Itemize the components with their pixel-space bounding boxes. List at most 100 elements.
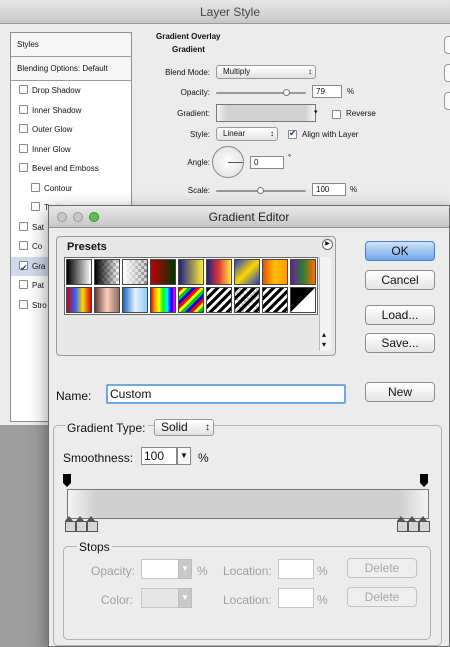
scale-slider[interactable] [216,187,306,194]
preset-swatch[interactable] [290,287,316,313]
gradient-preview[interactable] [216,104,316,122]
stop-opacity-field[interactable] [141,559,179,579]
stop-color-label: Color: [101,593,134,607]
smoothness-label: Smoothness: [63,451,134,465]
opacity-pct: % [347,87,355,96]
gradient-dropdown-icon[interactable]: ▾ [314,108,324,120]
preset-swatch[interactable] [66,259,92,285]
stop-color-swatch[interactable] [141,588,179,608]
ok-button[interactable]: OK [365,241,435,261]
effect-item[interactable]: Bevel and Emboss [11,159,131,179]
scroll-up-icon[interactable]: ▴ [322,330,326,339]
effect-checkbox[interactable] [19,163,28,173]
side-button-3[interactable] [444,92,450,110]
gradient-label: Gradient: [177,109,210,118]
effect-item[interactable]: Contour [11,179,131,199]
preset-swatch[interactable] [262,259,288,285]
side-button-1[interactable] [444,36,450,54]
preset-swatch[interactable] [94,259,120,285]
effect-label: Outer Glow [32,125,73,134]
color-stop[interactable] [408,516,419,532]
reverse-checkbox[interactable] [332,110,341,119]
smoothness-field[interactable]: 100 [141,447,177,465]
effect-label: Pat [32,281,45,290]
effect-item[interactable]: Inner Glow [11,140,131,160]
cancel-button[interactable]: Cancel [365,270,435,290]
style-select[interactable]: Linear [216,127,278,141]
color-stop[interactable] [65,516,76,532]
opacity-slider[interactable] [216,89,306,96]
preset-swatch[interactable] [206,259,232,285]
preset-swatch[interactable] [122,287,148,313]
save-button[interactable]: Save... [365,333,435,353]
effect-checkbox[interactable] [19,259,28,276]
presets-menu-icon[interactable]: ▶ [322,239,333,250]
presets-label: Presets [67,241,107,253]
blending-options-item[interactable]: Blending Options: Default [11,57,131,81]
align-with-layer-checkbox[interactable] [288,128,297,139]
effect-checkbox[interactable] [19,280,28,290]
opacity-stop-right[interactable] [420,474,428,488]
color-stop[interactable] [419,516,430,532]
preset-swatch[interactable] [150,287,176,313]
stop-color-dropdown-icon[interactable]: ▼ [178,588,192,608]
minimize-icon[interactable] [73,212,83,222]
opacity-stop-left[interactable] [63,474,71,488]
preset-swatch[interactable] [122,259,148,285]
stop-opacity-pct: % [197,564,208,578]
gradient-type-select[interactable]: Solid [154,419,214,436]
delete-color-stop-button[interactable]: Delete [347,587,417,607]
effect-checkbox[interactable] [19,143,28,153]
gradient-bar[interactable] [67,489,429,519]
preset-swatch[interactable] [206,287,232,313]
blend-mode-select[interactable]: Multiply [216,65,316,79]
effect-item[interactable]: Drop Shadow [11,81,131,101]
effect-checkbox[interactable] [19,221,28,231]
stop-opacity-label: Opacity: [91,564,136,578]
stop-opacity-location-field[interactable] [278,559,314,579]
preset-swatch[interactable] [262,287,288,313]
delete-opacity-stop-button[interactable]: Delete [347,558,417,578]
effect-checkbox[interactable] [19,104,28,114]
styles-header[interactable]: Styles [11,33,131,57]
opacity-slider-knob[interactable] [283,89,291,96]
opacity-field[interactable]: 79 [312,85,342,98]
angle-label: Angle: [187,158,210,167]
presets-scrollbar[interactable]: ▴ ▾ [319,257,331,351]
color-stop[interactable] [397,516,408,532]
preset-swatch[interactable] [178,287,204,313]
effect-label: Bevel and Emboss [32,164,99,173]
load-button[interactable]: Load... [365,305,435,325]
preset-swatch[interactable] [290,259,316,285]
preset-swatch[interactable] [66,287,92,313]
preset-swatch[interactable] [234,259,260,285]
effect-item[interactable]: Outer Glow [11,120,131,140]
preset-swatch[interactable] [234,287,260,313]
new-button[interactable]: New [365,382,435,402]
effect-checkbox[interactable] [31,182,40,192]
effect-checkbox[interactable] [19,299,28,309]
name-field[interactable]: Custom [106,384,346,404]
stop-color-location-field[interactable] [278,588,314,608]
scroll-down-icon[interactable]: ▾ [322,340,326,349]
effect-checkbox[interactable] [31,202,40,212]
scale-slider-knob[interactable] [257,187,264,194]
close-icon[interactable] [57,212,67,222]
stop-opacity-location-pct: % [317,564,328,578]
effect-checkbox[interactable] [19,85,28,95]
color-stop[interactable] [76,516,87,532]
zoom-icon[interactable] [89,212,99,222]
stop-opacity-dropdown-icon[interactable]: ▼ [178,559,192,579]
scale-field[interactable]: 100 [312,183,346,196]
color-stop[interactable] [87,516,98,532]
side-button-2[interactable] [444,64,450,82]
effect-checkbox[interactable] [19,241,28,251]
angle-field[interactable]: 0 [250,156,284,169]
preset-swatch[interactable] [178,259,204,285]
angle-dial[interactable] [212,146,244,178]
effect-checkbox[interactable] [19,124,28,134]
smoothness-dropdown-icon[interactable]: ▼ [177,447,191,465]
preset-swatch[interactable] [150,259,176,285]
preset-swatch[interactable] [94,287,120,313]
effect-item[interactable]: Inner Shadow [11,101,131,121]
